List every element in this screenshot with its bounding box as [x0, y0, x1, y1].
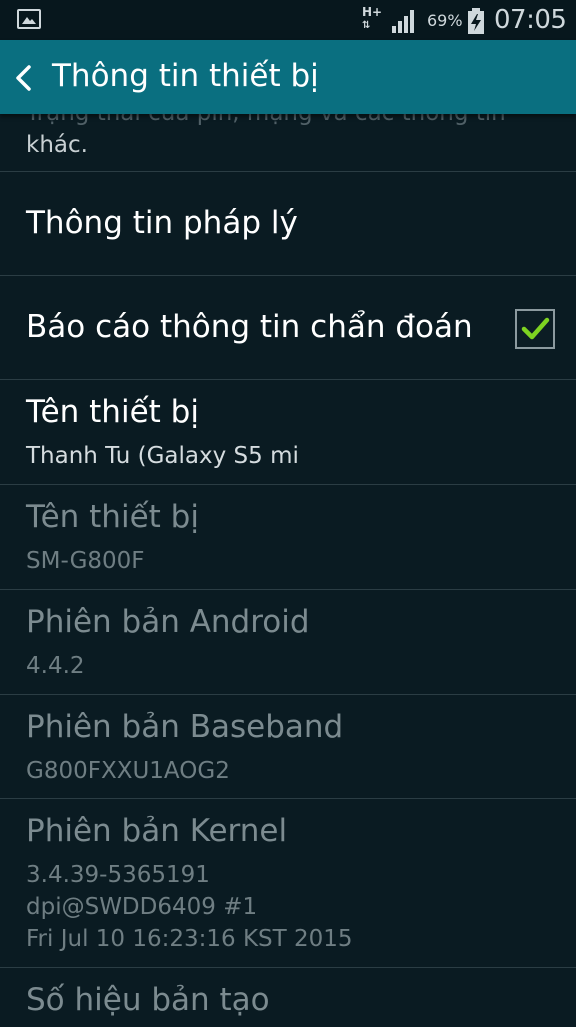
list-item-subtitle: 3.4.39-5365191 dpi@SWDD6409 #1 Fri Jul 1…: [26, 862, 353, 952]
list-item-title: Phiên bản Baseband: [26, 709, 344, 745]
data-activity-icon: ⇅: [362, 20, 370, 31]
list-item-subtitle: SM-G800F: [26, 548, 145, 574]
list-item-subtitle: 4.4.2: [26, 653, 85, 679]
back-arrow-icon[interactable]: [14, 65, 34, 91]
signal-icon: [392, 10, 414, 33]
checkmark-icon: [521, 317, 550, 340]
status-item-subtitle-line-2: khác.: [26, 132, 88, 158]
list-item-title: Số hiệu bản tạo: [26, 982, 270, 1018]
list-item-title: Phiên bản Kernel: [26, 813, 288, 849]
status-bar: H+ ⇅ 69% 07:05: [0, 0, 576, 40]
list-item-kernel-version: Phiên bản Kernel 3.4.39-5365191 dpi@SWDD…: [0, 798, 576, 967]
list-item-subtitle: Thanh Tu (Galaxy S5 mi: [26, 443, 299, 469]
list-item-title: Thông tin pháp lý: [26, 205, 298, 241]
list-item-baseband-version: Phiên bản Baseband G800FXXU1AOG2: [0, 694, 576, 798]
list-item-diagnostic-report[interactable]: Báo cáo thông tin chẩn đoán: [0, 275, 576, 379]
gallery-icon: [17, 9, 41, 29]
page-title: Thông tin thiết bị: [52, 58, 319, 94]
network-type-indicator: H+ ⇅: [362, 6, 382, 32]
list-item-title: Phiên bản Android: [26, 604, 310, 640]
battery-percent: 69%: [427, 11, 463, 30]
list-item-title: Tên thiết bị: [26, 499, 199, 535]
list-item-legal-info[interactable]: Thông tin pháp lý: [0, 171, 576, 275]
network-type-label: H+: [362, 5, 383, 19]
list-item-model-name: Tên thiết bị SM-G800F: [0, 484, 576, 589]
clock: 07:05: [494, 5, 567, 35]
battery-charging-icon: [468, 8, 484, 34]
list-item-android-version[interactable]: Phiên bản Android 4.4.2: [0, 589, 576, 694]
list-item-subtitle: G800FXXU1AOG2: [26, 758, 230, 784]
list-item-title: Tên thiết bị: [26, 394, 199, 430]
list-item-title: Báo cáo thông tin chẩn đoán: [26, 309, 473, 345]
list-item-device-name[interactable]: Tên thiết bị Thanh Tu (Galaxy S5 mi: [0, 379, 576, 484]
action-bar: Thông tin thiết bị: [0, 40, 576, 114]
list-item-build-number: Số hiệu bản tạo: [0, 967, 576, 1027]
diagnostic-report-checkbox[interactable]: [515, 309, 555, 349]
